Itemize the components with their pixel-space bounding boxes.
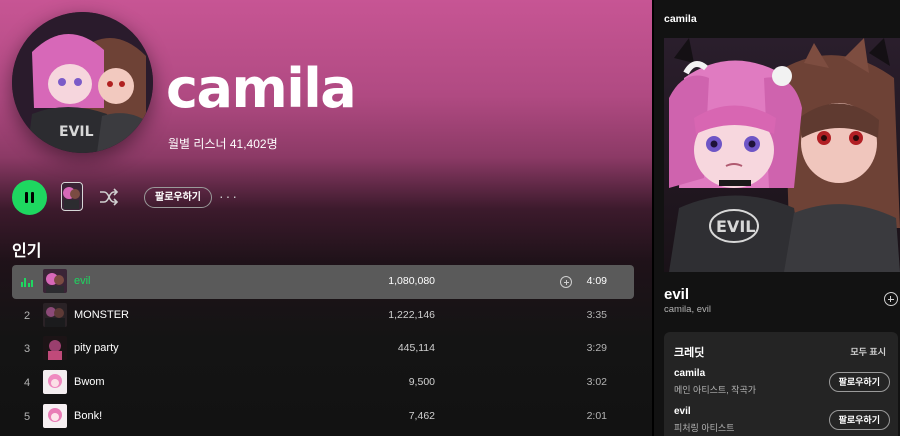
show-all-credits-link[interactable]: 모두 표시 [850,345,886,358]
track-title[interactable]: evil [74,265,91,299]
track-row[interactable]: 5 Bonk! 7,462 2:01 [12,400,634,434]
credit-row: camila 메인 아티스트, 작곡가 팔로우하기 [674,368,890,398]
track-duration: 4:09 [586,275,607,287]
artist-avatar: EVIL [12,12,153,153]
credits-title: 크레딧 [674,347,705,359]
now-playing-song-title[interactable]: evil [664,286,689,303]
track-duration: 3:35 [586,308,607,321]
track-cover-art [43,403,67,428]
track-play-count: 1,080,080 [388,275,435,287]
track-row[interactable]: 3 pity party 445,114 3:29 [12,332,634,366]
track-number: 3 [23,343,31,356]
now-playing-cover-art: EVIL [664,38,900,272]
artist-page: EVIL camila 월별 리스너 41,402명 팔로우하기 ··· 인기 … [0,0,652,436]
track-cover-art [43,336,67,361]
add-to-library-icon[interactable] [884,292,898,306]
monthly-listeners: 월별 리스너 41,402명 [168,137,278,151]
pause-button[interactable] [12,180,47,215]
credit-name[interactable]: evil [674,406,691,417]
track-title[interactable]: Bwom [74,366,105,400]
now-playing-equalizer-icon [12,265,42,299]
track-cover-art [43,370,67,395]
more-options-icon[interactable]: ··· [219,187,239,205]
track-play-count: 1,222,146 [388,308,435,321]
svg-text:EVIL: EVIL [716,217,755,236]
now-playing-panel-title: camila [664,13,697,25]
credit-role: 메인 아티스트, 작곡가 [674,385,757,395]
track-number: 2 [23,309,31,322]
credit-role: 피처링 아티스트 [674,423,735,433]
track-number: 5 [23,410,31,423]
add-to-library-icon[interactable] [560,276,572,288]
popular-section-title: 인기 [12,243,42,260]
artist-name: camila [166,57,357,120]
track-play-count: 445,114 [397,342,435,355]
track-row[interactable]: 4 Bwom 9,500 3:02 [12,366,634,400]
credit-name[interactable]: camila [674,368,705,379]
track-duration: 3:29 [586,342,607,355]
track-duration: 2:01 [586,409,607,422]
track-cover-art [43,302,67,327]
pause-icon [25,192,28,203]
track-title[interactable]: pity party [74,332,119,366]
shuffle-icon[interactable] [98,187,120,207]
credit-row: evil 피처링 아티스트 팔로우하기 [674,406,890,436]
now-playing-artists[interactable]: camila, evil [664,304,711,315]
track-title[interactable]: Bonk! [74,400,102,434]
track-cover-art [43,269,67,293]
track-duration: 3:02 [586,376,607,389]
artist-controls: 팔로우하기 ··· [12,180,632,216]
follow-button[interactable]: 팔로우하기 [144,187,212,208]
track-row[interactable]: evil 1,080,080 4:09 [12,265,634,299]
svg-text:EVIL: EVIL [59,124,94,140]
artist-thumbnail-button[interactable] [61,182,83,211]
follow-button[interactable]: 팔로우하기 [828,410,890,430]
track-play-count: 9,500 [408,376,435,389]
track-row[interactable]: 2 MONSTER 1,222,146 3:35 [12,299,634,333]
now-playing-panel: camila EVIL evil camila, evil 크레딧 모두 표시 … [654,0,900,436]
credits-card: 크레딧 모두 표시 camila 메인 아티스트, 작곡가 팔로우하기 evil… [664,332,898,436]
track-title[interactable]: MONSTER [74,299,129,333]
track-play-count: 7,462 [408,409,435,422]
follow-button[interactable]: 팔로우하기 [828,372,890,392]
track-number: 4 [23,376,31,389]
popular-tracks-list: evil 1,080,080 4:09 2 MONSTER 1,222,146 … [12,265,634,433]
